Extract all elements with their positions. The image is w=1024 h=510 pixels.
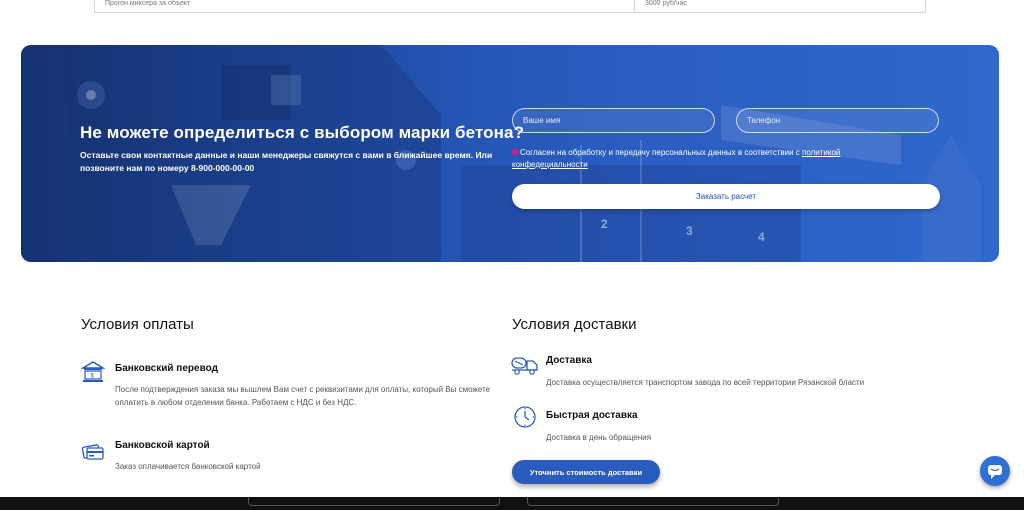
price-table-last-row: Прогон миксера за объект 3000 руб/час bbox=[94, 0, 926, 13]
delivery-cost-button[interactable]: Уточнить стоимость доставки bbox=[512, 460, 660, 484]
clock-icon bbox=[514, 406, 536, 428]
consultation-banner: 2 3 4 Не можете определиться с выбором м… bbox=[21, 45, 999, 262]
price-table-cell-service: Прогон миксера за объект bbox=[95, 0, 635, 12]
consent-checkbox[interactable] bbox=[512, 149, 518, 155]
bank-transfer-title: Банковский перевод bbox=[115, 363, 218, 374]
footer-input-box bbox=[527, 497, 779, 506]
concrete-truck-icon bbox=[511, 357, 538, 375]
footer bbox=[0, 497, 1024, 510]
name-input[interactable] bbox=[512, 108, 715, 133]
delivery-text: Доставка осуществляется транспортом заво… bbox=[546, 378, 865, 387]
fast-delivery-title: Быстрая доставка bbox=[546, 410, 638, 421]
bank-icon: $ bbox=[81, 361, 105, 382]
footer-input-box bbox=[248, 497, 500, 506]
banner-subtitle: Оставьте свои контактные данные и наши м… bbox=[80, 150, 493, 173]
card-payment-title: Банковской картой bbox=[115, 440, 210, 451]
consent-row: Согласен на обработку и передачу персона… bbox=[512, 147, 892, 171]
fast-delivery-text: Доставка в день обращения bbox=[546, 433, 652, 442]
phone-input[interactable] bbox=[736, 108, 939, 133]
consent-text: Согласен на обработку и передачу персона… bbox=[520, 148, 803, 157]
credit-card-icon bbox=[81, 444, 104, 460]
payment-section-title: Условия оплаты bbox=[81, 316, 194, 333]
price-table-cell-price: 3000 руб/час bbox=[645, 0, 687, 7]
bank-transfer-text: После подтверждения заказа мы вышлем Вам… bbox=[115, 385, 490, 407]
chat-widget-button[interactable] bbox=[980, 456, 1010, 486]
order-calculation-button[interactable]: Заказать расчет bbox=[512, 184, 940, 209]
chat-icon bbox=[988, 465, 1002, 479]
delivery-title: Доставка bbox=[546, 355, 592, 366]
banner-title: Не можете определиться с выбором марки б… bbox=[80, 123, 525, 142]
card-payment-text: Заказ оплачивается банковской картой bbox=[115, 462, 261, 471]
delivery-section-title: Условия доставки bbox=[512, 316, 637, 333]
